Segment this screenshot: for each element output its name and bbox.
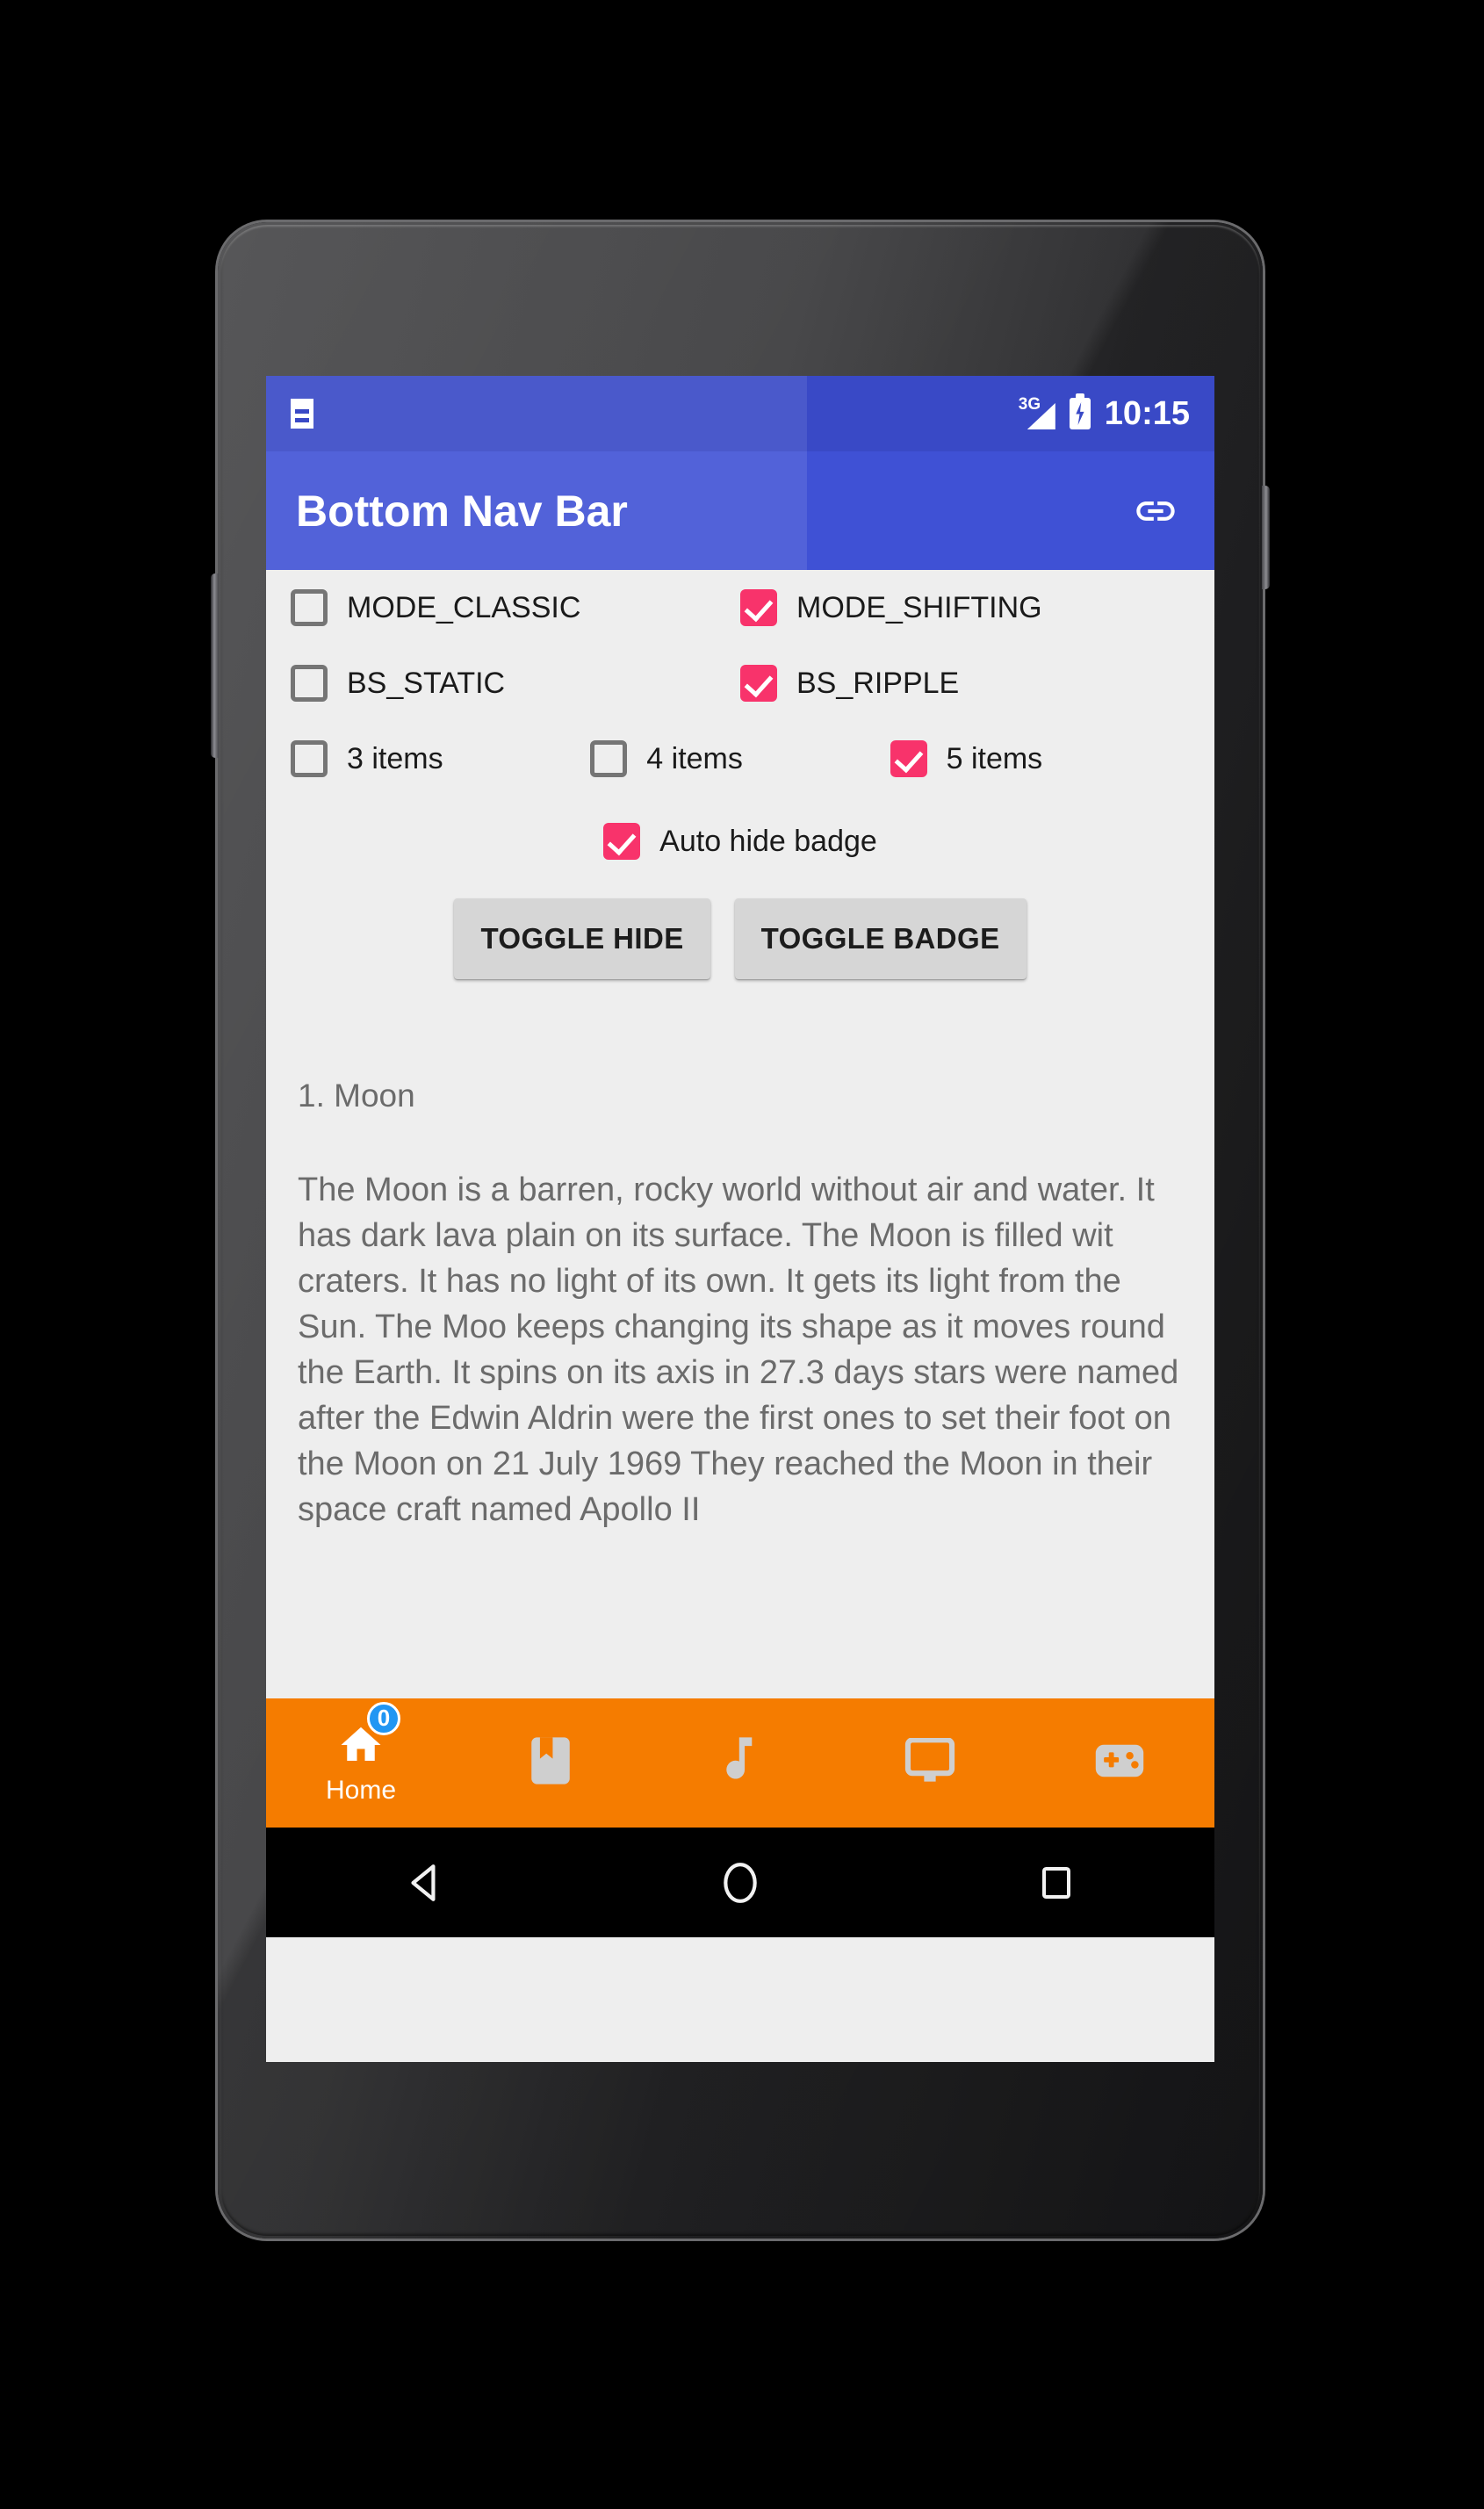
checkbox-label-bs-static: BS_STATIC — [347, 666, 506, 700]
article: 1. Moon The Moon is a barren, rocky worl… — [266, 1078, 1214, 1532]
checkbox-box-mode-shifting[interactable] — [740, 589, 777, 626]
battery-charging-icon — [1069, 393, 1091, 429]
home-badge: 0 — [367, 1701, 400, 1735]
content-area: MODE_CLASSIC MODE_SHIFTING BS_STATIC BS_… — [266, 570, 1214, 1828]
volume-button[interactable] — [211, 573, 219, 758]
bottom-nav-item-tv[interactable] — [835, 1698, 1025, 1828]
document-icon — [291, 399, 313, 429]
bottom-nav-item-home[interactable]: 0 Home — [266, 1698, 456, 1828]
tv-monitor-icon-wrap — [904, 1737, 955, 1784]
bottom-nav-item-music[interactable] — [645, 1698, 835, 1828]
checkbox-box-4-items[interactable] — [590, 740, 628, 777]
phone-screen: 3G 10:15 Bottom Nav Bar MODE_CLASSIC MOD… — [266, 376, 1214, 2062]
checkbox-box-bs-static[interactable] — [291, 665, 328, 702]
status-bar-shade — [266, 376, 807, 451]
bookmark-icon-wrap — [529, 1735, 573, 1786]
bottom-nav-item-bookmark[interactable] — [456, 1698, 645, 1828]
checkbox-4-items[interactable]: 4 items — [590, 740, 890, 777]
status-bar-clock: 10:15 — [1104, 394, 1190, 432]
article-heading: 1. Moon — [298, 1078, 415, 1114]
back-button[interactable] — [371, 1828, 477, 1937]
bottom-nav-label-home: Home — [325, 1775, 397, 1805]
checkbox-box-3-items[interactable] — [291, 740, 328, 777]
checkbox-label-mode-classic: MODE_CLASSIC — [347, 590, 581, 624]
gamepad-icon-wrap — [1094, 1742, 1145, 1779]
app-bar-title: Bottom Nav Bar — [296, 486, 628, 536]
gamepad-icon — [1095, 1744, 1144, 1777]
checkbox-box-5-items[interactable] — [890, 740, 927, 777]
link-icon[interactable] — [1127, 482, 1185, 540]
status-bar-right: 3G 10:15 — [1018, 393, 1190, 433]
checkbox-label-bs-ripple: BS_RIPPLE — [796, 666, 960, 700]
toggle-hide-button[interactable]: TOGGLE HIDE — [454, 898, 710, 979]
app-bar: Bottom Nav Bar — [266, 451, 1214, 570]
status-bar-left — [291, 399, 313, 429]
article-body: The Moon is a barren, rocky world withou… — [298, 1172, 1179, 1529]
checkbox-row-mode: MODE_CLASSIC MODE_SHIFTING — [266, 570, 1214, 645]
music-note-icon — [726, 1736, 753, 1779]
checkbox-label-3-items: 3 items — [347, 741, 443, 775]
checkbox-label-auto-hide-badge: Auto hide badge — [659, 824, 877, 858]
checkbox-box-bs-ripple[interactable] — [740, 665, 777, 702]
checkbox-mode-classic[interactable]: MODE_CLASSIC — [291, 589, 740, 626]
bottom-nav-item-games[interactable] — [1025, 1698, 1214, 1828]
action-button-row: TOGGLE HIDE TOGGLE BADGE — [266, 879, 1214, 979]
checkbox-label-4-items: 4 items — [646, 741, 743, 775]
android-navigation-bar — [266, 1828, 1214, 1937]
toggle-badge-button[interactable]: TOGGLE BADGE — [734, 898, 1027, 979]
home-button[interactable] — [688, 1828, 793, 1937]
checkbox-bs-static[interactable]: BS_STATIC — [291, 665, 740, 702]
bookmark-icon — [531, 1736, 570, 1784]
music-note-icon-wrap — [720, 1735, 760, 1786]
recents-button[interactable] — [1004, 1828, 1109, 1937]
recents-square-icon — [1042, 1866, 1070, 1899]
checkbox-box-auto-hide-badge[interactable] — [603, 823, 641, 860]
checkbox-auto-hide-badge[interactable]: Auto hide badge — [603, 823, 877, 860]
signal-triangle-icon: 3G — [1018, 395, 1055, 429]
checkbox-label-mode-shifting: MODE_SHIFTING — [796, 590, 1042, 624]
checkbox-mode-shifting[interactable]: MODE_SHIFTING — [740, 589, 1190, 626]
checkbox-row-bs: BS_STATIC BS_RIPPLE — [266, 645, 1214, 721]
back-triangle-icon — [411, 1864, 436, 1901]
home-icon-wrap: 0 — [337, 1701, 400, 1769]
checkbox-box-mode-classic[interactable] — [291, 589, 328, 626]
tv-monitor-icon — [904, 1737, 955, 1782]
checkbox-label-5-items: 5 items — [946, 741, 1043, 775]
checkbox-5-items[interactable]: 5 items — [890, 740, 1190, 777]
device-frame: 3G 10:15 Bottom Nav Bar MODE_CLASSIC MOD… — [211, 222, 1270, 2239]
network-type-label: 3G — [1018, 395, 1041, 414]
status-bar: 3G 10:15 — [266, 376, 1214, 451]
checkbox-bs-ripple[interactable]: BS_RIPPLE — [740, 665, 1190, 702]
power-button[interactable] — [1262, 486, 1270, 589]
bottom-navigation-bar: 0 Home — [266, 1698, 1214, 1828]
checkbox-row-auto-hide: Auto hide badge — [266, 797, 1214, 879]
checkbox-3-items[interactable]: 3 items — [291, 740, 590, 777]
checkbox-row-items: 3 items 4 items 5 items — [266, 721, 1214, 797]
home-circle-icon — [724, 1862, 757, 1903]
